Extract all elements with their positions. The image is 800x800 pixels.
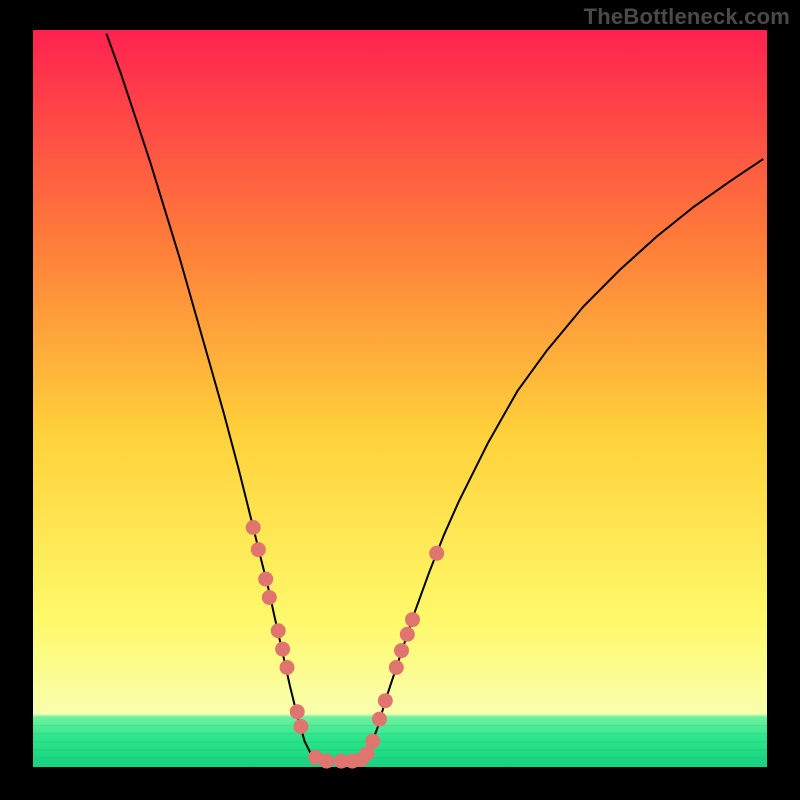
- curve-marker: [262, 590, 277, 605]
- curve-marker: [319, 754, 334, 769]
- curve-marker: [394, 643, 409, 658]
- curve-marker: [246, 520, 261, 535]
- curve-marker: [271, 623, 286, 638]
- curve-marker: [378, 693, 393, 708]
- curve-marker: [251, 542, 266, 557]
- curve-marker: [400, 627, 415, 642]
- curve-marker: [290, 704, 305, 719]
- chart-stage: TheBottleneck.com: [0, 0, 800, 800]
- curve-marker: [429, 546, 444, 561]
- curve-marker: [293, 719, 308, 734]
- watermark-text: TheBottleneck.com: [584, 4, 790, 30]
- curve-marker: [389, 660, 404, 675]
- curve-marker: [258, 572, 273, 587]
- bottleneck-chart: [0, 0, 800, 800]
- curve-marker: [275, 642, 290, 657]
- curve-marker: [365, 734, 380, 749]
- curve-marker: [280, 660, 295, 675]
- curve-marker: [405, 612, 420, 627]
- curve-marker: [372, 712, 387, 727]
